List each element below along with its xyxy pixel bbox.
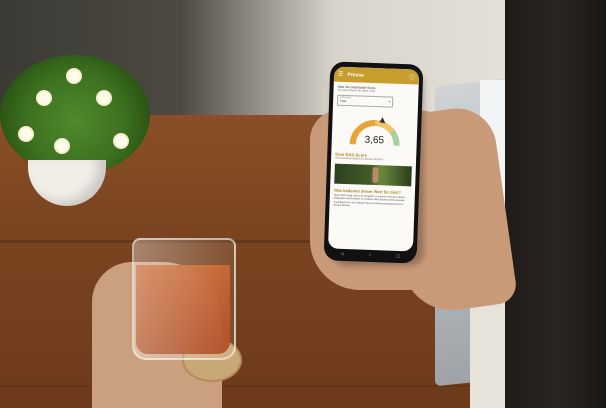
runner-figure <box>372 167 379 184</box>
chevron-down-icon: ▾ <box>388 99 391 104</box>
menu-icon[interactable]: ☰ <box>338 71 344 77</box>
recents-icon[interactable]: ▢ <box>396 252 400 257</box>
app-content: Über die Dashboard-Score So interpretier… <box>329 82 418 213</box>
tea-glass <box>132 238 236 360</box>
home-icon[interactable]: ○ <box>369 251 372 256</box>
flower <box>98 92 110 104</box>
smartphone: ☰ Presse ⓘ Über die Dashboard-Score So i… <box>323 61 424 264</box>
flower <box>115 135 127 147</box>
flower <box>56 140 68 152</box>
person-head <box>505 0 606 408</box>
android-navbar: ◁ ○ ▢ <box>328 248 413 259</box>
gauge-fill-mid <box>374 119 394 134</box>
photo-scene: ☰ Presse ⓘ Über die Dashboard-Score So i… <box>0 0 606 408</box>
back-icon[interactable]: ◁ <box>340 250 343 255</box>
help-icon[interactable]: ⓘ <box>409 72 415 81</box>
dropdown-value: Frau <box>340 98 347 103</box>
flower <box>20 128 32 140</box>
target-group-dropdown[interactable]: Zielgruppe Frau ▾ <box>336 94 394 108</box>
app-title: Presse <box>347 71 364 79</box>
flower <box>68 70 80 82</box>
phone-screen: ☰ Presse ⓘ Über die Dashboard-Score So i… <box>327 66 420 252</box>
runner-photo <box>334 163 412 187</box>
explanation-paragraph: Dieser Wert zeigt, wie du im Vergleich z… <box>333 193 405 208</box>
flower <box>38 92 50 104</box>
